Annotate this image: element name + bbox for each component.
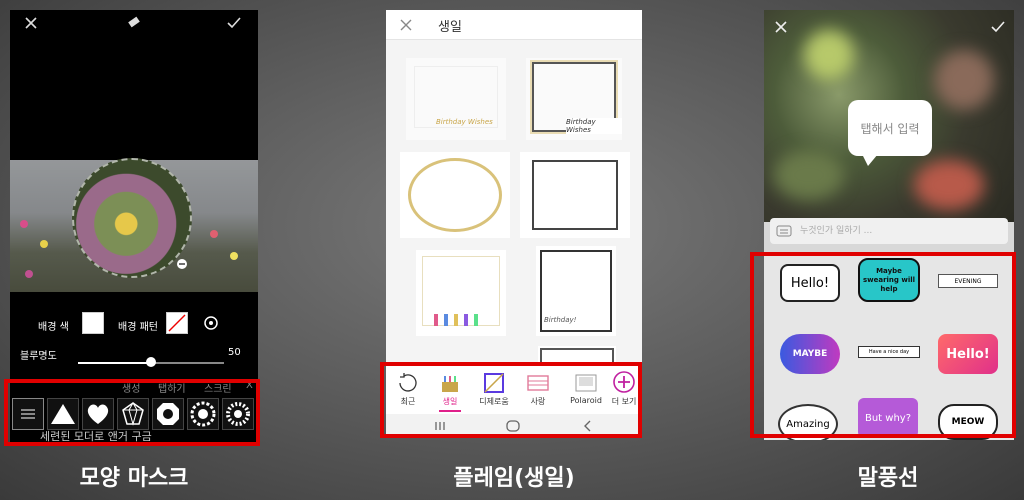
frame-item-1[interactable]: Birthday Wishes (406, 58, 506, 140)
blur-slider-knob[interactable] (146, 357, 156, 367)
frame-script-text: Birthday Wishes (566, 118, 622, 134)
blur-label: 블루명도 (20, 351, 57, 362)
category-label: 사랑 (530, 397, 546, 406)
frame-item-2[interactable]: Birthday Wishes (526, 58, 622, 140)
bg-pattern-label: 배경 패턴 (118, 322, 158, 333)
text-input[interactable]: 누것인가 일하기 ... (770, 218, 1008, 244)
frame-script-text: Birthday! (544, 316, 577, 324)
category-polaroid[interactable]: Polaroid (566, 368, 606, 405)
shape-caption-text: 세련된 모더로 앤거 구금 (40, 430, 152, 442)
keyboard-icon[interactable] (776, 225, 792, 237)
sticker-evening[interactable]: EVENING (938, 274, 998, 288)
tab-3[interactable]: X (246, 380, 253, 391)
sticker-meow[interactable]: MEOW (938, 404, 998, 440)
tab-0[interactable]: 생성 (122, 380, 140, 395)
sticker-nice-day[interactable]: Have a nice day (858, 346, 920, 358)
recent-icon (399, 373, 417, 392)
tab-2[interactable]: 스크린 (204, 380, 232, 395)
resize-handle-icon[interactable] (176, 258, 188, 270)
sticker-amazing[interactable]: Amazing (778, 404, 838, 440)
category-recent[interactable]: 최근 (388, 368, 428, 407)
sticker-but-why[interactable]: But why? (858, 398, 918, 438)
category-label: 더 보기 (611, 397, 637, 406)
bg-pattern-swatch[interactable] (166, 312, 188, 334)
sticker-hello-pink[interactable]: Hello! (938, 334, 998, 374)
category-birthday[interactable]: 생일 (430, 368, 470, 412)
active-underline (439, 410, 461, 412)
mandala-icon (190, 401, 216, 427)
shape-flower-tile[interactable] (222, 398, 254, 430)
frame-item-4[interactable] (520, 152, 630, 238)
header: 생일 (386, 10, 642, 40)
shape-octagon-tile[interactable] (152, 398, 184, 430)
top-bar (10, 10, 258, 36)
frame-icon (484, 373, 504, 393)
frame-script-text: Birthday Wishes (436, 118, 493, 126)
tab-1[interactable]: 탭하기 (158, 380, 186, 395)
close-icon[interactable] (774, 20, 788, 34)
octagon-icon (157, 403, 179, 425)
shape-triangle-tile[interactable] (47, 398, 79, 430)
circle-mask[interactable] (72, 158, 192, 278)
recents-nav-icon[interactable] (434, 420, 446, 432)
candles-icon (434, 314, 478, 326)
frame-item-7[interactable] (538, 346, 616, 368)
frame-item-3[interactable] (400, 152, 510, 238)
caption-shape-mask: 모양 마스크 (79, 466, 189, 491)
category-label: 디제로움 (479, 397, 509, 406)
shape-mandala-tile[interactable] (187, 398, 219, 430)
sticker-grid: Hello! Maybe swearing will help EVENING … (764, 254, 1014, 440)
close-icon[interactable] (24, 16, 38, 30)
plus-icon (613, 371, 635, 393)
panel-speech-bubbles: 탭해서 입력 누것인가 일하기 ... Hello! Maybe swearin… (764, 10, 1014, 440)
check-icon[interactable] (226, 16, 242, 30)
close-icon[interactable] (400, 19, 412, 31)
sliders-icon (21, 409, 35, 419)
system-nav-bar (386, 414, 642, 438)
category-decor[interactable]: 디제로움 (474, 368, 514, 407)
panel-birthday-frames: 생일 Birthday Wishes Birthday Wishes Birth… (386, 10, 642, 438)
heart-icon (87, 404, 109, 424)
category-label: 최근 (400, 397, 416, 406)
film-icon (527, 375, 549, 391)
category-label: Polaroid (570, 396, 602, 405)
category-love[interactable]: 사랑 (518, 368, 558, 407)
page-title: 생일 (438, 20, 462, 35)
caption-birthday-frame: 플레임(생일) (453, 466, 575, 491)
cake-icon (442, 376, 458, 392)
settings-icon[interactable] (203, 315, 219, 331)
sticker-hello-white[interactable]: Hello! (780, 264, 840, 302)
shape-gem-tile[interactable] (117, 398, 149, 430)
bg-color-swatch[interactable] (82, 312, 104, 334)
triangle-icon (51, 404, 75, 424)
category-more[interactable]: 더 보기 (604, 368, 642, 407)
category-label: 생일 (442, 397, 458, 406)
home-nav-icon[interactable] (506, 419, 520, 433)
caption-speech-bubble: 말풍선 (857, 466, 919, 491)
blur-value: 50 (228, 347, 241, 358)
speech-bubble-text[interactable]: 탭해서 입력 (848, 100, 932, 166)
sticker-maybe-gradient[interactable]: MAYBE (780, 334, 840, 374)
check-icon[interactable] (990, 20, 1006, 34)
blur-slider-fill (78, 362, 151, 364)
bg-color-label: 배경 색 (38, 322, 69, 333)
polaroid-icon (575, 374, 597, 392)
panel-shape-mask: 배경 색 배경 패턴 블루명도 50 생성 탭하기 스크린 X 세련된 모더로 … (10, 10, 258, 442)
gem-icon (122, 401, 144, 426)
back-nav-icon[interactable] (582, 420, 594, 432)
frame-item-6[interactable]: Birthday! (536, 246, 616, 336)
frame-item-5[interactable] (416, 250, 506, 336)
eraser-icon[interactable] (126, 14, 142, 30)
shape-adjust-tile[interactable] (12, 398, 44, 430)
flower-icon (226, 402, 250, 426)
sticker-maybe-swearing[interactable]: Maybe swearing will help (858, 258, 920, 302)
shape-heart-tile[interactable] (82, 398, 114, 430)
